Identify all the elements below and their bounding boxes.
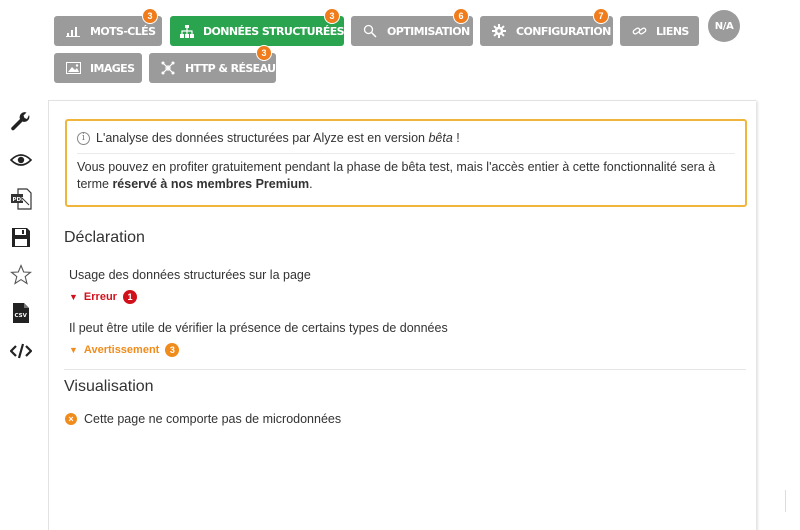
tab-images[interactable]: IMAGES [54,53,142,83]
pdf-label: PDF [13,197,26,203]
declaration-title: Déclaration [64,229,145,246]
notice-body-end: . [309,177,313,191]
star-icon [10,264,32,285]
visualisation-title: Visualisation [64,378,154,395]
check-types-label: Il peut être utile de vérifier la présen… [69,321,448,335]
beta-notice-body: Vous pouvez en profiter gratuitement pen… [77,159,735,193]
error-status[interactable]: ▼ Erreur 1 [69,290,137,304]
beta-notice: i L'analyse des données structurées par … [65,119,747,207]
info-icon: i [77,131,90,145]
tab-label: MOTS-CLÉS [90,24,156,38]
network-icon [159,60,177,76]
tab-label: OPTIMISATION [387,24,470,38]
save-icon [12,227,30,247]
tab-label: IMAGES [90,61,135,75]
tab-count-badge: 7 [593,8,609,24]
notice-divider [77,153,735,154]
section-divider [64,369,746,370]
tab-liens[interactable]: LIENS [620,16,699,46]
tab-optimisation[interactable]: OPTIMISATION 6 [351,8,473,46]
no-microdata-text: Cette page ne comporte pas de microdonné… [84,412,342,426]
window-edge-line [785,490,786,512]
triangle-down-icon: ▼ [69,292,78,302]
beta-intro-end: ! [452,131,460,145]
tab-label: LIENS [656,24,689,38]
preview-tool-button[interactable] [8,148,34,172]
export-pdf-button[interactable]: PDF [8,187,34,211]
bar-chart-icon [64,23,82,39]
tab-count-badge: 3 [324,8,340,24]
status-text: Erreur [83,291,117,303]
wrench-icon [11,112,30,131]
magnifier-icon [361,23,379,39]
status-text: Avertissement [83,344,160,356]
save-tool-button[interactable] [8,225,34,249]
tab-configuration[interactable]: CONFIGURATION 7 [480,8,613,46]
no-microdata-message: × Cette page ne comporte pas de microdon… [65,412,341,426]
triangle-down-icon: ▼ [69,345,78,355]
tab-count-badge: 6 [453,8,469,24]
tab-label: HTTP & RÉSEAU [185,61,276,75]
csv-icon: CSV [13,303,29,323]
warning-count-badge: 3 [165,343,180,357]
tab-count-badge: 3 [256,45,272,61]
gear-icon [490,23,508,39]
sitemap-icon [180,23,195,39]
favorite-tool-button[interactable] [8,263,34,287]
beta-word: bêta [428,131,453,145]
tab-mots-cles[interactable]: MOTS-CLÉS 3 [54,8,162,46]
tab-donnees-structurees[interactable]: DONNÉES STRUCTURÉES 3 [170,8,345,46]
warning-status[interactable]: ▼ Avertissement 3 [69,343,180,357]
beta-intro-text: L'analyse des données structurées par Al… [96,131,429,145]
link-icon [630,23,648,39]
eye-icon [10,154,32,166]
analysis-tab-bar: MOTS-CLÉS 3 DONNÉES STRUCTURÉES 3 OPTIMI… [54,8,754,86]
structured-data-panel: i L'analyse des données structurées par … [48,100,756,530]
close-circle-icon: × [65,413,77,425]
check-usage-label: Usage des données structurées sur la pag… [69,268,311,282]
export-csv-button[interactable]: CSV [8,301,34,325]
settings-tool-button[interactable] [8,110,34,134]
score-badge: N/A [708,10,740,42]
tab-label: CONFIGURATION [516,24,611,38]
pdf-icon: PDF [11,188,32,210]
code-icon [10,343,32,359]
beta-notice-title: i L'analyse des données structurées par … [77,129,735,147]
image-icon [64,60,82,76]
tab-count-badge: 3 [142,8,158,24]
source-code-button[interactable] [8,339,34,363]
premium-text: réservé à nos membres Premium [112,177,310,191]
error-count-badge: 1 [122,290,137,304]
tab-http-reseau[interactable]: HTTP & RÉSEAU 3 [149,45,276,83]
csv-label: CSV [15,313,28,319]
tab-label: DONNÉES STRUCTURÉES [202,24,345,38]
